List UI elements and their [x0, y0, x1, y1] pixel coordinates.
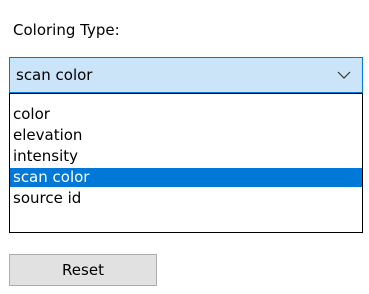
coloring-type-options-list: color elevation intensity scan color sou…	[9, 93, 363, 233]
option-elevation[interactable]: elevation	[10, 126, 362, 145]
reset-button[interactable]: Reset	[9, 254, 157, 286]
coloring-type-label: Coloring Type:	[13, 21, 120, 39]
chevron-down-icon	[337, 71, 351, 79]
coloring-type-select[interactable]: scan color	[9, 57, 363, 93]
option-scan-color[interactable]: scan color	[10, 168, 362, 187]
option-source-id[interactable]: source id	[10, 189, 362, 208]
option-color[interactable]: color	[10, 105, 362, 124]
coloring-type-selected-value: scan color	[16, 66, 93, 84]
option-intensity[interactable]: intensity	[10, 147, 362, 166]
